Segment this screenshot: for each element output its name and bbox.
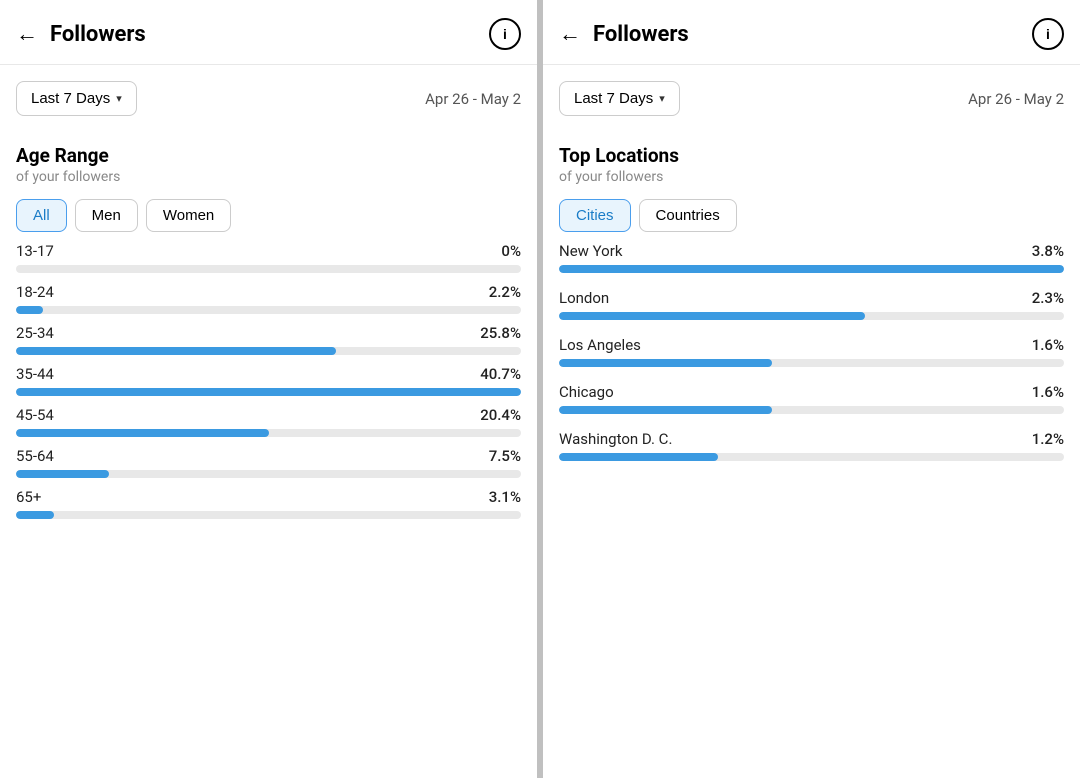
- age-label: 25-34: [16, 324, 54, 342]
- location-value: 3.8%: [1032, 242, 1064, 260]
- right-header: ← Followers i: [543, 0, 1080, 65]
- location-bar-fill: [559, 265, 1064, 273]
- age-value: 0%: [501, 242, 521, 260]
- location-bar-track: [559, 406, 1064, 414]
- age-bar-row: 18-24 2.2%: [16, 283, 521, 314]
- location-row: Los Angeles 1.6%: [559, 336, 1064, 367]
- location-name: Chicago: [559, 383, 614, 401]
- age-value: 20.4%: [480, 406, 521, 424]
- left-header: ← Followers i: [0, 0, 537, 65]
- age-bar-row: 55-64 7.5%: [16, 447, 521, 478]
- location-value: 1.6%: [1032, 383, 1064, 401]
- age-bar-row: 35-44 40.7%: [16, 365, 521, 396]
- age-bar-fill: [16, 429, 269, 437]
- age-bar-fill: [16, 347, 336, 355]
- age-bar-track: [16, 429, 521, 437]
- left-bar-rows: 13-17 0% 18-24 2.2% 25-34 25.8% 35-44 40.7% 45-5…: [0, 242, 537, 778]
- location-bar-fill: [559, 453, 718, 461]
- age-label: 55-64: [16, 447, 54, 465]
- left-filter-row: Last 7 Days ▾ Apr 26 - May 2: [0, 65, 537, 130]
- right-filter-row: Last 7 Days ▾ Apr 26 - May 2: [543, 65, 1080, 130]
- location-value: 2.3%: [1032, 289, 1064, 307]
- location-name: New York: [559, 242, 622, 260]
- location-row: London 2.3%: [559, 289, 1064, 320]
- age-bar-track: [16, 265, 521, 273]
- location-bar-track: [559, 265, 1064, 273]
- age-bar-track: [16, 306, 521, 314]
- age-bar-row: 25-34 25.8%: [16, 324, 521, 355]
- right-page-title: Followers: [593, 22, 689, 47]
- age-value: 25.8%: [480, 324, 521, 342]
- right-location-rows: New York3.8%London2.3%Los Angeles1.6%Chi…: [543, 242, 1080, 778]
- left-header-left: ← Followers: [16, 22, 146, 47]
- location-bar-fill: [559, 406, 772, 414]
- right-back-button[interactable]: ←: [559, 23, 581, 45]
- left-period-button[interactable]: Last 7 Days ▾: [16, 81, 137, 116]
- age-value: 2.2%: [489, 283, 521, 301]
- left-tabs: All Men Women: [16, 199, 521, 232]
- right-header-left: ← Followers: [559, 22, 689, 47]
- left-back-button[interactable]: ←: [16, 23, 38, 45]
- age-bar-fill: [16, 511, 54, 519]
- location-bar-track: [559, 453, 1064, 461]
- location-bar-track: [559, 312, 1064, 320]
- location-row: Chicago 1.6%: [559, 383, 1064, 414]
- age-bar-track: [16, 347, 521, 355]
- location-row: Washington D. C. 1.2%: [559, 430, 1064, 461]
- right-period-label: Last 7 Days: [574, 90, 653, 107]
- age-label: 65+: [16, 488, 41, 506]
- right-period-button[interactable]: Last 7 Days ▾: [559, 81, 680, 116]
- right-date-range: Apr 26 - May 2: [968, 90, 1064, 108]
- right-info-button[interactable]: i: [1032, 18, 1064, 50]
- age-label: 13-17: [16, 242, 54, 260]
- location-value: 1.2%: [1032, 430, 1064, 448]
- left-info-button[interactable]: i: [489, 18, 521, 50]
- location-name: Los Angeles: [559, 336, 641, 354]
- left-chevron-icon: ▾: [116, 92, 122, 105]
- age-value: 7.5%: [489, 447, 521, 465]
- left-section: Age Range of your followers All Men Wome…: [0, 130, 537, 242]
- left-page-title: Followers: [50, 22, 146, 47]
- age-bar-fill: [16, 388, 521, 396]
- location-row: New York 3.8%: [559, 242, 1064, 273]
- age-label: 18-24: [16, 283, 54, 301]
- age-bar-row: 13-17 0%: [16, 242, 521, 273]
- location-bar-fill: [559, 359, 772, 367]
- age-bar-row: 45-54 20.4%: [16, 406, 521, 437]
- right-chevron-icon: ▾: [659, 92, 665, 105]
- tab-men[interactable]: Men: [75, 199, 138, 232]
- location-name: London: [559, 289, 609, 307]
- right-tabs: Cities Countries: [559, 199, 1064, 232]
- left-period-label: Last 7 Days: [31, 90, 110, 107]
- tab-cities[interactable]: Cities: [559, 199, 631, 232]
- location-bar-track: [559, 359, 1064, 367]
- age-bar-track: [16, 388, 521, 396]
- age-value: 40.7%: [480, 365, 521, 383]
- age-bar-track: [16, 470, 521, 478]
- location-value: 1.6%: [1032, 336, 1064, 354]
- right-panel: ← Followers i Last 7 Days ▾ Apr 26 - May…: [543, 0, 1080, 778]
- age-bar-fill: [16, 306, 43, 314]
- right-section: Top Locations of your followers Cities C…: [543, 130, 1080, 242]
- right-section-title: Top Locations: [559, 144, 1064, 167]
- left-section-title: Age Range: [16, 144, 521, 167]
- location-name: Washington D. C.: [559, 430, 672, 448]
- age-label: 45-54: [16, 406, 54, 424]
- tab-all[interactable]: All: [16, 199, 67, 232]
- age-label: 35-44: [16, 365, 54, 383]
- age-value: 3.1%: [489, 488, 521, 506]
- age-bar-row: 65+ 3.1%: [16, 488, 521, 519]
- age-bar-fill: [16, 470, 109, 478]
- right-section-subtitle: of your followers: [559, 169, 1064, 185]
- age-bar-track: [16, 511, 521, 519]
- left-section-subtitle: of your followers: [16, 169, 521, 185]
- tab-women[interactable]: Women: [146, 199, 231, 232]
- left-panel: ← Followers i Last 7 Days ▾ Apr 26 - May…: [0, 0, 537, 778]
- location-bar-fill: [559, 312, 865, 320]
- left-date-range: Apr 26 - May 2: [425, 90, 521, 108]
- tab-countries[interactable]: Countries: [639, 199, 737, 232]
